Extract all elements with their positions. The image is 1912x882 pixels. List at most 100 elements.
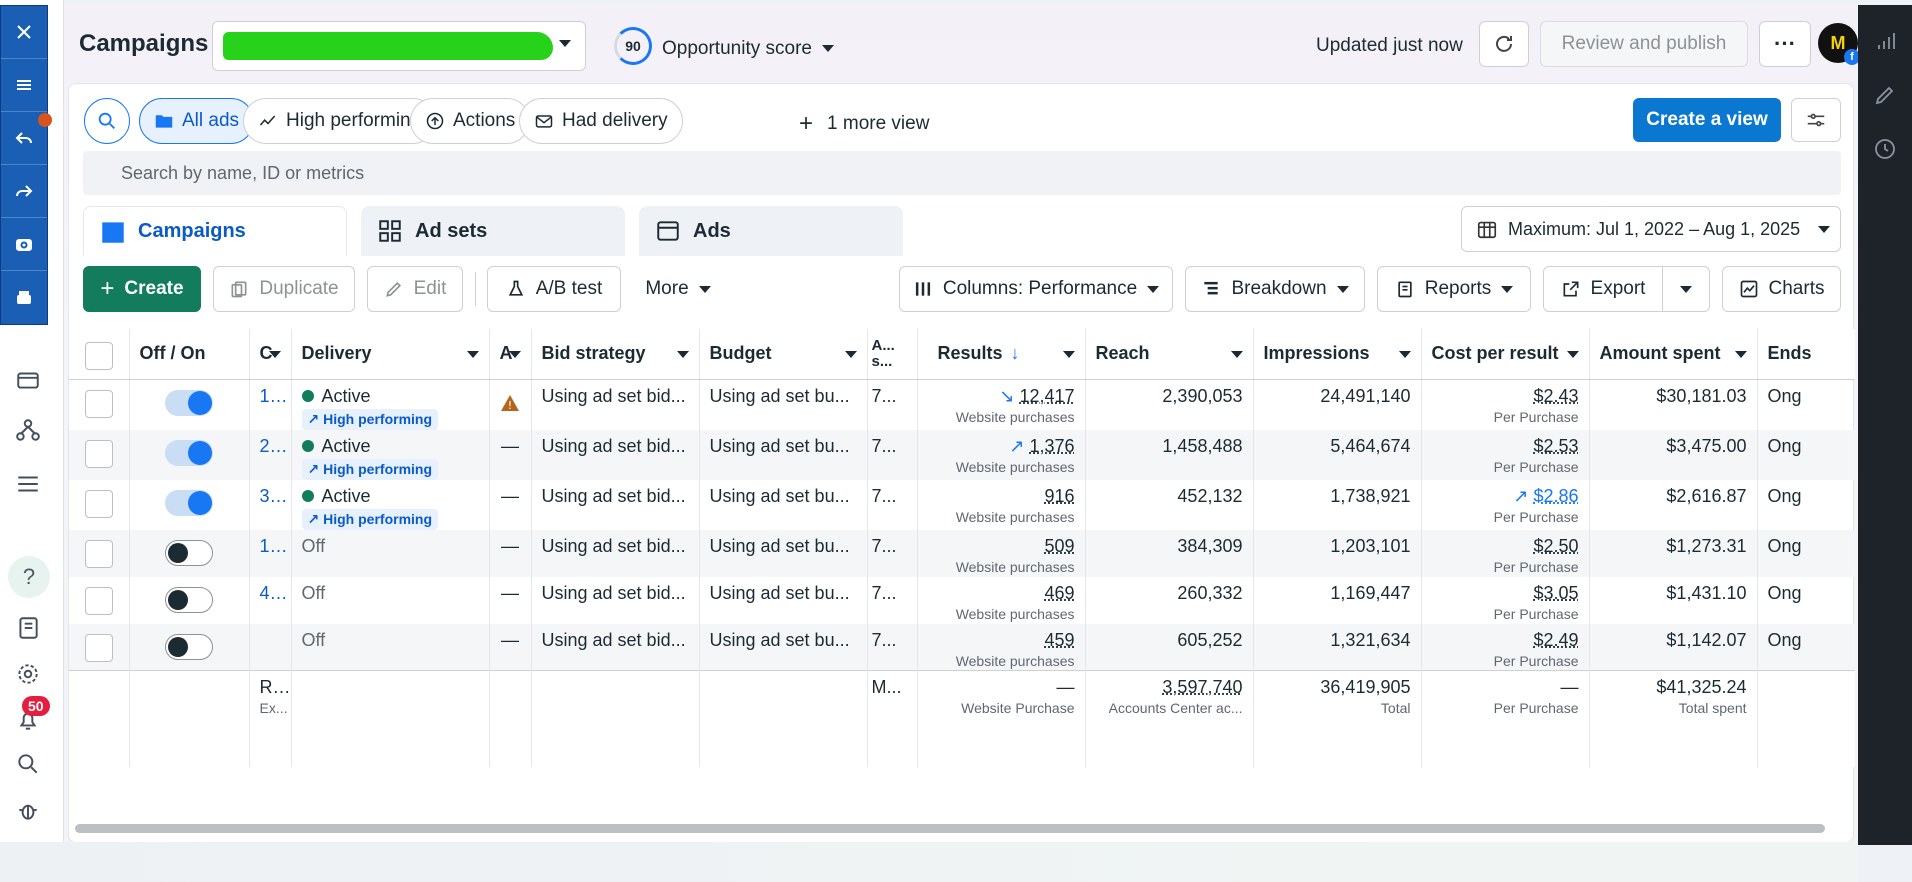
- column-header-results[interactable]: Results ↓: [917, 329, 1086, 380]
- row-checkbox[interactable]: [84, 389, 113, 418]
- column-header-attribution[interactable]: A: [489, 329, 532, 380]
- search-views-button[interactable]: [84, 98, 130, 144]
- table-row[interactable]: 1... Off — Using ad set bid... Using ad set …: [69, 529, 1855, 577]
- campaign-name-cell[interactable]: 4...: [249, 576, 292, 624]
- cost-per-result-value[interactable]: $2.50: [1533, 536, 1578, 556]
- results-value[interactable]: 509: [1044, 536, 1074, 556]
- view-had-delivery[interactable]: Had delivery: [519, 98, 683, 144]
- settings-gear-icon[interactable]: [10, 656, 46, 692]
- create-button[interactable]: + Create: [83, 266, 201, 312]
- column-header-bid-strategy[interactable]: Bid strategy: [531, 329, 700, 380]
- columns-button[interactable]: Columns: Performance: [899, 266, 1173, 312]
- signal-bars-icon[interactable]: [1873, 29, 1897, 53]
- opportunity-score-ring[interactable]: 90: [614, 27, 652, 65]
- cost-per-result-value[interactable]: $2.49: [1533, 630, 1578, 650]
- column-header-amount-spent[interactable]: Amount spent: [1589, 329, 1758, 380]
- table-row[interactable]: 3... Active ↗ High performing — Using ad set…: [69, 479, 1855, 530]
- camera-icon[interactable]: [1, 218, 47, 271]
- row-checkbox[interactable]: [84, 439, 113, 468]
- column-header-attribution-setting[interactable]: A... s...: [867, 329, 918, 380]
- campaign-name-cell[interactable]: 3...: [249, 479, 292, 530]
- view-actions[interactable]: Actions: [410, 98, 531, 144]
- ab-test-button[interactable]: A/B test: [487, 266, 621, 312]
- pencil-icon[interactable]: [1873, 83, 1897, 107]
- tab-ads[interactable]: Ads: [639, 206, 903, 256]
- duplicate-button[interactable]: Duplicate: [213, 266, 355, 312]
- menu-list-icon[interactable]: [10, 466, 46, 502]
- cost-per-result-value[interactable]: $2.86: [1533, 486, 1578, 506]
- column-header-delivery[interactable]: Delivery: [291, 329, 490, 380]
- campaign-toggle[interactable]: [165, 489, 213, 516]
- opportunity-score-dropdown[interactable]: Opportunity score: [662, 38, 834, 60]
- results-value[interactable]: 1,376: [1029, 436, 1074, 456]
- breakdown-button[interactable]: Breakdown: [1185, 266, 1365, 312]
- audiences-network-icon[interactable]: [10, 412, 46, 448]
- table-row[interactable]: 4... Off — Using ad set bid... Using ad set …: [69, 576, 1855, 624]
- column-header-budget[interactable]: Budget: [699, 329, 868, 380]
- search-input[interactable]: Search by name, ID or metrics: [83, 151, 1841, 195]
- help-icon[interactable]: ?: [8, 556, 50, 598]
- campaign-name-link[interactable]: 3...: [260, 486, 288, 506]
- sort-descending-icon[interactable]: ↓: [1011, 343, 1020, 363]
- more-actions-button[interactable]: More: [633, 266, 723, 312]
- campaign-toggle[interactable]: [165, 439, 213, 466]
- history-clock-icon[interactable]: [1873, 137, 1897, 161]
- more-options-button[interactable]: ···: [1759, 21, 1811, 67]
- column-header-cost-per-result[interactable]: Cost per result: [1421, 329, 1590, 380]
- select-all-checkbox[interactable]: [84, 341, 113, 370]
- redo-icon[interactable]: [1, 165, 47, 218]
- select-all-header[interactable]: [69, 329, 130, 380]
- cost-per-result-value[interactable]: $2.53: [1533, 436, 1578, 456]
- pages-icon[interactable]: [10, 610, 46, 646]
- view-high-performing[interactable]: High performing: [243, 98, 437, 144]
- table-row[interactable]: 2... Active ↗ High performing — Using ad set…: [69, 429, 1855, 480]
- campaign-toggle[interactable]: [165, 633, 213, 660]
- column-header-reach[interactable]: Reach: [1085, 329, 1254, 380]
- column-header-ends[interactable]: Ends: [1757, 329, 1855, 380]
- adjust-sliders-icon[interactable]: [1, 59, 47, 112]
- create-view-button[interactable]: Create a view: [1633, 98, 1781, 142]
- export-button[interactable]: Export: [1543, 266, 1663, 312]
- warning-icon[interactable]: !: [500, 394, 520, 412]
- results-value[interactable]: 916: [1044, 486, 1074, 506]
- print-icon[interactable]: [1, 271, 47, 324]
- tab-ad-sets[interactable]: Ad sets: [361, 206, 625, 256]
- row-checkbox[interactable]: [84, 586, 113, 615]
- column-header-campaign[interactable]: C: [249, 329, 292, 380]
- view-all-ads[interactable]: All ads: [139, 98, 255, 144]
- row-checkbox[interactable]: [84, 539, 113, 568]
- campaign-toggle[interactable]: [165, 389, 213, 416]
- close-icon[interactable]: [1, 6, 47, 59]
- results-value[interactable]: 459: [1044, 630, 1074, 650]
- row-checkbox[interactable]: [84, 633, 113, 662]
- campaign-name-cell[interactable]: [249, 623, 292, 671]
- table-row[interactable]: Off — Using ad set bid... Using ad set bu..…: [69, 623, 1855, 671]
- results-value[interactable]: 12,417: [1019, 386, 1074, 406]
- export-options-button[interactable]: [1662, 266, 1710, 312]
- campaign-name-link[interactable]: 4...: [260, 583, 288, 603]
- campaign-name-link[interactable]: 1...: [260, 386, 288, 406]
- campaign-name-link[interactable]: 1...: [260, 536, 288, 556]
- campaign-toggle[interactable]: [165, 539, 213, 566]
- billing-card-icon[interactable]: [10, 362, 46, 398]
- review-and-publish-button[interactable]: Review and publish: [1540, 21, 1748, 67]
- more-views-button[interactable]: +1 more view: [799, 110, 929, 138]
- campaign-name-link[interactable]: 2...: [260, 436, 288, 456]
- ad-account-selector[interactable]: [212, 21, 586, 71]
- refresh-button[interactable]: [1479, 21, 1529, 67]
- charts-button[interactable]: Charts: [1722, 266, 1841, 312]
- summary-reach[interactable]: 3,597,740: [1162, 677, 1242, 697]
- search-icon[interactable]: [10, 746, 46, 782]
- campaign-name-cell[interactable]: 1...: [249, 529, 292, 577]
- tab-campaigns[interactable]: Campaigns: [83, 206, 347, 256]
- results-value[interactable]: 469: [1044, 583, 1074, 603]
- campaign-name-cell[interactable]: 1...: [249, 379, 292, 430]
- table-row[interactable]: 1... Active ↗ High performing! Using ad set…: [69, 379, 1855, 430]
- column-header-off-on[interactable]: Off / On: [129, 329, 250, 380]
- horizontal-scrollbar[interactable]: [75, 824, 1825, 833]
- view-settings-button[interactable]: [1791, 98, 1841, 142]
- cost-per-result-value[interactable]: $2.43: [1533, 386, 1578, 406]
- row-checkbox[interactable]: [84, 489, 113, 518]
- reports-button[interactable]: Reports: [1377, 266, 1531, 312]
- date-range-picker[interactable]: Maximum: Jul 1, 2022 – Aug 1, 2025: [1461, 206, 1841, 252]
